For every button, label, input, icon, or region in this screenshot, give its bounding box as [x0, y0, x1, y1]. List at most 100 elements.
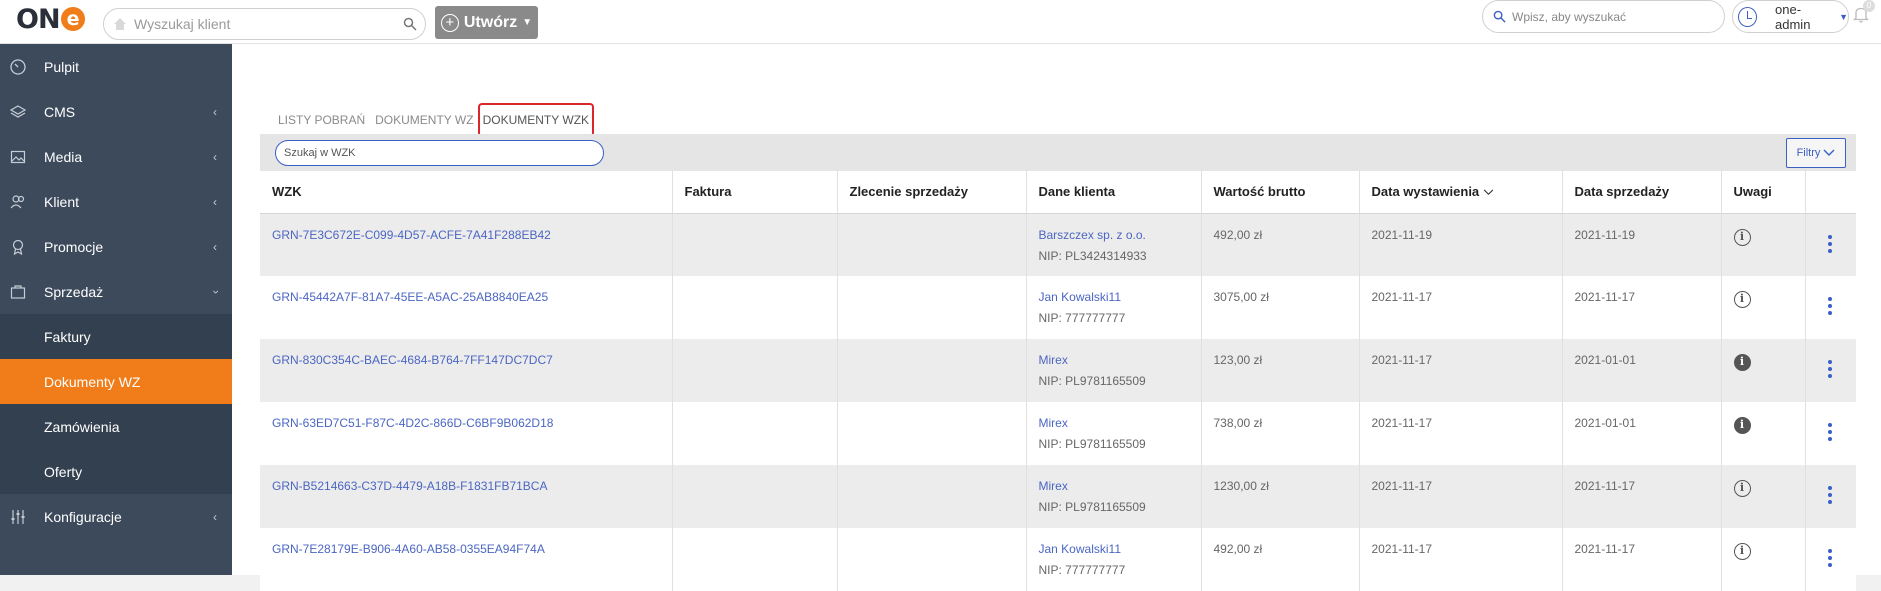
- cart-icon: [9, 283, 27, 301]
- cell-zlecenie: [837, 276, 1027, 339]
- sidebar-item-sprzedaz[interactable]: Sprzedaż ‹: [0, 269, 232, 314]
- cell-zlecenie: [837, 528, 1027, 591]
- more-actions-icon[interactable]: [1827, 234, 1832, 253]
- client-link[interactable]: Jan Kowalski11: [1039, 290, 1122, 304]
- cell-faktura: [672, 276, 838, 339]
- client-search-box[interactable]: [103, 8, 426, 40]
- tab-dokumenty-wzk[interactable]: DOKUMENTY WZK: [477, 103, 595, 137]
- client-search-input[interactable]: [134, 16, 394, 32]
- sidebar-item-cms[interactable]: CMS ‹: [0, 89, 232, 134]
- wzk-link[interactable]: GRN-63ED7C51-F87C-4D2C-866D-C6BF9B062D18: [272, 416, 553, 430]
- column-header-data-sprzedazy[interactable]: Data sprzedaży: [1562, 171, 1722, 214]
- sidebar-subitem-label: Dokumenty WZ: [44, 373, 141, 390]
- create-button[interactable]: + Utwórz ▼: [435, 6, 538, 39]
- sidebar-item-promocje[interactable]: Promocje ‹: [0, 224, 232, 269]
- notifications-button[interactable]: 0: [1852, 0, 1875, 24]
- column-header-data-wystawienia[interactable]: Data wystawienia: [1359, 171, 1563, 214]
- wzk-link[interactable]: GRN-830C354C-BAEC-4684-B764-7FF147DC7DC7: [272, 353, 553, 367]
- home-icon: [114, 18, 126, 30]
- cell-data-wystawienia: 2021-11-19: [1359, 213, 1563, 276]
- cell-actions: [1805, 339, 1856, 402]
- cell-data-sprzedazy: 2021-11-19: [1562, 213, 1722, 276]
- main-content: LISTY POBRAŃ DOKUMENTY WZ DOKUMENTY WZK …: [232, 44, 1881, 591]
- more-actions-icon[interactable]: [1827, 360, 1832, 378]
- more-actions-icon[interactable]: [1827, 549, 1832, 567]
- cell-dane-klienta: Mirex NIP: PL9781165509: [1026, 402, 1202, 465]
- client-link[interactable]: Jan Kowalski11: [1039, 542, 1122, 556]
- wzk-link[interactable]: GRN-45442A7F-81A7-45EE-A5AC-25AB8840EA25: [272, 290, 548, 304]
- table-row[interactable]: GRN-B5214663-C37D-4479-A18B-F1831FB71BCA…: [260, 465, 1856, 528]
- app-logo[interactable]: ON e: [16, 2, 85, 36]
- client-nip: NIP: 777777777: [1038, 311, 1126, 325]
- cell-uwagi: i: [1721, 465, 1806, 528]
- table-row[interactable]: GRN-45442A7F-81A7-45EE-A5AC-25AB8840EA25…: [260, 276, 1856, 339]
- sidebar-item-klient[interactable]: Klient ‹: [0, 179, 232, 224]
- table-row[interactable]: GRN-7E28179E-B906-4A60-AB58-0355EA94F74A…: [260, 528, 1856, 591]
- more-actions-icon[interactable]: [1827, 486, 1832, 504]
- user-menu[interactable]: one-admin ▼: [1732, 0, 1849, 33]
- cell-zlecenie: [837, 339, 1027, 402]
- info-icon[interactable]: i: [1733, 228, 1751, 246]
- info-icon[interactable]: i: [1733, 543, 1751, 560]
- sidebar-subitem-oferty[interactable]: Oferty: [0, 449, 232, 494]
- table-row[interactable]: GRN-63ED7C51-F87C-4D2C-866D-C6BF9B062D18…: [260, 402, 1856, 465]
- tab-dokumenty-wz[interactable]: DOKUMENTY WZ: [375, 113, 473, 127]
- client-link[interactable]: Mirex: [1039, 479, 1068, 493]
- sidebar: Pulpit CMS ‹ Media ‹ Klient ‹ Promocje ‹…: [0, 44, 232, 575]
- column-header-wartosc[interactable]: Wartość brutto: [1201, 171, 1360, 214]
- award-icon: [9, 238, 27, 256]
- client-link[interactable]: Mirex: [1039, 353, 1068, 367]
- cell-dane-klienta: Barszczex sp. z o.o. NIP: PL3424314933: [1026, 213, 1202, 276]
- global-search-input[interactable]: [1512, 9, 1712, 24]
- info-icon[interactable]: i: [1733, 480, 1751, 497]
- wzk-link[interactable]: GRN-B5214663-C37D-4479-A18B-F1831FB71BCA: [272, 479, 547, 493]
- cell-data-wystawienia: 2021-11-17: [1359, 528, 1563, 591]
- client-nip: NIP: PL9781165509: [1038, 437, 1146, 451]
- wzk-table: WZK Faktura Zlecenie sprzedaży Dane klie…: [260, 171, 1856, 591]
- column-header-wzk[interactable]: WZK: [260, 171, 673, 214]
- client-link[interactable]: Mirex: [1039, 416, 1068, 430]
- client-link[interactable]: Barszczex sp. z o.o.: [1039, 228, 1146, 242]
- column-header-dane-klienta[interactable]: Dane klienta: [1026, 171, 1202, 214]
- info-icon[interactable]: i: [1733, 417, 1751, 434]
- wzk-link[interactable]: GRN-7E3C672E-C099-4D57-ACFE-7A41F288EB42: [272, 228, 551, 242]
- clock-icon: [1738, 6, 1758, 27]
- client-nip: NIP: PL9781165509: [1038, 374, 1146, 388]
- info-icon[interactable]: i: [1733, 354, 1751, 371]
- sidebar-subitem-zamowienia[interactable]: Zamówienia: [0, 404, 232, 449]
- cell-zlecenie: [837, 465, 1027, 528]
- column-header-uwagi[interactable]: Uwagi: [1721, 171, 1806, 214]
- cell-actions: [1805, 528, 1856, 591]
- more-actions-icon[interactable]: [1827, 423, 1832, 441]
- cell-data-wystawienia: 2021-11-17: [1359, 339, 1563, 402]
- global-search-box[interactable]: [1482, 0, 1725, 33]
- info-icon[interactable]: i: [1733, 291, 1751, 308]
- sidebar-subitem-faktury[interactable]: Faktury: [0, 314, 232, 359]
- filters-button[interactable]: Filtry: [1786, 138, 1846, 168]
- tab-listy-pobran[interactable]: LISTY POBRAŃ: [278, 113, 365, 127]
- cell-actions: [1805, 276, 1856, 339]
- sidebar-item-media[interactable]: Media ‹: [0, 134, 232, 179]
- sidebar-item-konfiguracje[interactable]: Konfiguracje ‹: [0, 494, 232, 539]
- sidebar-item-label: Media: [44, 148, 83, 165]
- sidebar-item-pulpit[interactable]: Pulpit: [0, 44, 232, 89]
- sidebar-item-label: Pulpit: [44, 58, 80, 75]
- search-icon[interactable]: [403, 17, 417, 31]
- search-icon: [1493, 10, 1506, 23]
- sidebar-subitem-dokumenty-wz[interactable]: Dokumenty WZ: [0, 359, 232, 404]
- table-row[interactable]: GRN-7E3C672E-C099-4D57-ACFE-7A41F288EB42…: [260, 213, 1856, 276]
- more-actions-icon[interactable]: [1827, 297, 1832, 315]
- cell-faktura: [672, 339, 838, 402]
- layers-icon: [9, 103, 27, 121]
- cell-data-sprzedazy: 2021-11-17: [1562, 528, 1722, 591]
- chevron-left-icon: ‹: [213, 195, 217, 209]
- column-header-zlecenie[interactable]: Zlecenie sprzedaży: [837, 171, 1027, 214]
- column-header-faktura[interactable]: Faktura: [672, 171, 838, 214]
- wzk-link[interactable]: GRN-7E28179E-B906-4A60-AB58-0355EA94F74A: [272, 542, 545, 556]
- table-row[interactable]: GRN-830C354C-BAEC-4684-B764-7FF147DC7DC7…: [260, 339, 1856, 402]
- filters-button-label: Filtry: [1796, 147, 1821, 159]
- sidebar-item-label: CMS: [44, 103, 76, 120]
- cell-wartosc: 123,00 zł: [1201, 339, 1360, 402]
- wzk-search-input[interactable]: [275, 140, 604, 166]
- cell-wartosc: 492,00 zł: [1201, 213, 1360, 276]
